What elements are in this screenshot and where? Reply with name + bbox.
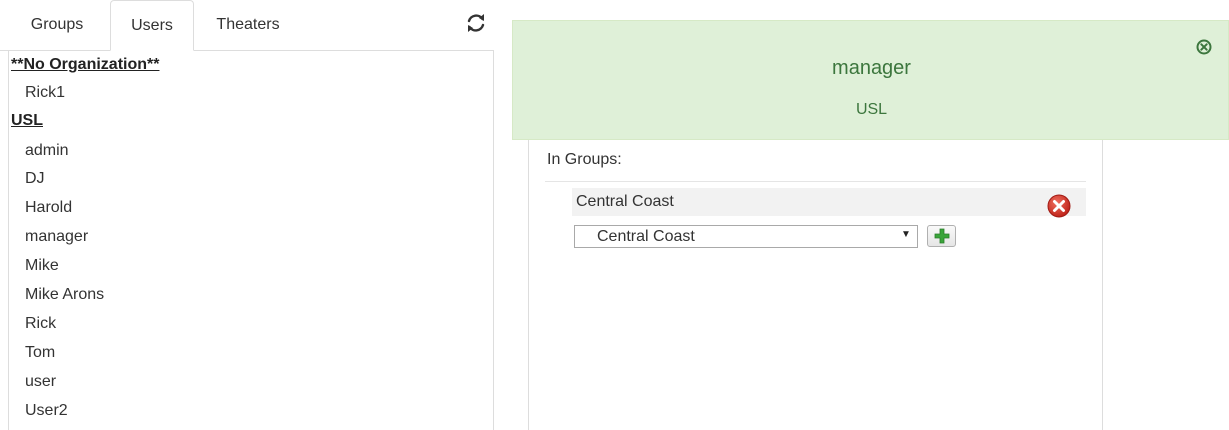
org-usl[interactable]: USL bbox=[11, 111, 43, 131]
users-panel: Groups Users Theaters **No Organization*… bbox=[0, 0, 500, 430]
chevron-down-icon: ▼ bbox=[901, 229, 911, 240]
tab-theaters[interactable]: Theaters bbox=[196, 0, 300, 50]
tab-bar: Groups Users Theaters bbox=[0, 0, 494, 51]
org-no-organization[interactable]: **No Organization** bbox=[11, 55, 159, 75]
add-group-button[interactable] bbox=[927, 225, 956, 247]
close-circle-icon[interactable] bbox=[1196, 39, 1212, 55]
user-name-title: manager bbox=[832, 57, 911, 79]
user-item[interactable]: Tom bbox=[25, 343, 55, 363]
user-item[interactable]: user bbox=[25, 372, 56, 392]
user-groups-panel: In Groups: Central Coast Central Coast ▼ bbox=[528, 140, 1103, 430]
user-item[interactable]: Mike Arons bbox=[25, 285, 104, 305]
in-groups-label: In Groups: bbox=[547, 151, 622, 168]
user-tree: **No Organization** Rick1 USL admin DJ H… bbox=[8, 50, 494, 430]
user-item[interactable]: DJ bbox=[25, 169, 45, 189]
group-select-value: Central Coast bbox=[597, 228, 695, 245]
user-item[interactable]: Rick1 bbox=[25, 83, 65, 103]
group-select[interactable]: Central Coast ▼ bbox=[574, 225, 918, 248]
divider bbox=[545, 181, 1086, 182]
user-item[interactable]: Rick bbox=[25, 314, 56, 334]
group-row: Central Coast bbox=[572, 188, 1086, 218]
tab-users[interactable]: Users bbox=[110, 0, 194, 51]
user-organization: USL bbox=[855, 101, 888, 118]
tab-groups[interactable]: Groups bbox=[14, 0, 100, 50]
user-detail-header: manager USL bbox=[512, 20, 1229, 140]
user-item[interactable]: Harold bbox=[25, 198, 72, 218]
user-item[interactable]: Mike bbox=[25, 256, 59, 276]
remove-red-x-icon[interactable] bbox=[1047, 194, 1071, 218]
green-plus-icon bbox=[934, 228, 950, 244]
refresh-icon[interactable] bbox=[466, 12, 486, 34]
user-item[interactable]: admin bbox=[25, 141, 69, 161]
group-name: Central Coast bbox=[576, 193, 674, 210]
user-item-selected[interactable]: manager bbox=[25, 227, 88, 247]
user-item[interactable]: User2 bbox=[25, 401, 68, 421]
